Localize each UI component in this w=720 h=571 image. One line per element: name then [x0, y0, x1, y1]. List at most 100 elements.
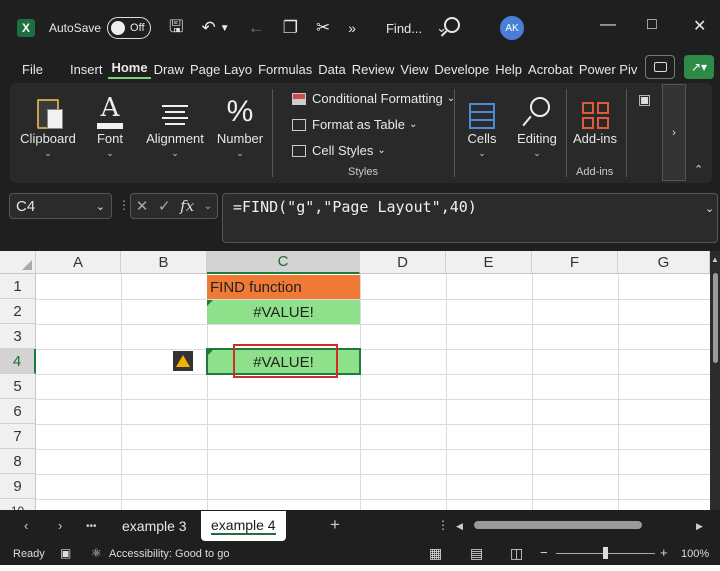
- ribbon-scroll-right-button[interactable]: ›: [662, 84, 686, 181]
- chevron-right-icon[interactable]: ›: [58, 518, 62, 533]
- cells-group[interactable]: Cells ⌄: [460, 83, 504, 159]
- maximize-icon[interactable]: □: [647, 16, 657, 34]
- zoom-in-icon[interactable]: +: [660, 545, 668, 560]
- tab-power-pivot[interactable]: Power Piv: [576, 62, 641, 77]
- column-header-b[interactable]: B: [121, 251, 207, 274]
- cell-styles-button[interactable]: Cell Styles ⌄: [292, 143, 386, 158]
- minimize-icon[interactable]: —: [600, 16, 616, 34]
- tab-review[interactable]: Review: [349, 62, 398, 77]
- cancel-icon[interactable]: ✕: [136, 197, 149, 215]
- clipboard-group[interactable]: Clipboard ⌄: [18, 83, 78, 159]
- more-options-icon[interactable]: ⋮: [118, 198, 130, 212]
- zoom-slider-handle[interactable]: [603, 547, 608, 559]
- spreadsheet-grid[interactable]: A B C D E F G 1 2 3 4 5 6 7 8 9 10 FIND …: [0, 251, 710, 510]
- tab-file[interactable]: File: [19, 62, 46, 77]
- accessibility-icon[interactable]: ⚛: [91, 546, 102, 560]
- column-header-g[interactable]: G: [618, 251, 710, 274]
- insert-function-button[interactable]: fx: [180, 197, 194, 215]
- error-warning-button[interactable]: [173, 351, 193, 371]
- row-header-1[interactable]: 1: [0, 274, 36, 299]
- save-icon[interactable]: 🖫: [169, 14, 183, 43]
- vertical-scroll-thumb[interactable]: [713, 273, 718, 363]
- undo-dropdown-icon[interactable]: ▼: [220, 23, 230, 34]
- row-header-6[interactable]: 6: [0, 399, 36, 424]
- add-sheet-button[interactable]: +: [330, 515, 340, 535]
- horizontal-scroll-thumb[interactable]: [474, 521, 642, 529]
- column-header-f[interactable]: F: [532, 251, 618, 274]
- chevron-left-icon[interactable]: ‹: [24, 518, 28, 533]
- copy-icon[interactable]: ❐: [283, 18, 298, 38]
- redo-arrow-icon[interactable]: ←: [248, 18, 265, 38]
- acrobat-icon[interactable]: ▣: [638, 91, 651, 108]
- avatar[interactable]: AK: [500, 16, 524, 40]
- number-group[interactable]: % Number ⌄: [214, 83, 266, 159]
- tab-insert[interactable]: Insert: [67, 62, 106, 77]
- scroll-up-icon[interactable]: ▲: [711, 255, 719, 264]
- chevron-down-icon[interactable]: ⌄: [204, 201, 212, 212]
- accessibility-status[interactable]: Accessibility: Good to go: [109, 548, 229, 560]
- undo-icon[interactable]: ↶: [202, 18, 216, 38]
- select-all-corner[interactable]: [0, 251, 36, 274]
- row-header-3[interactable]: 3: [0, 324, 36, 349]
- conditional-formatting-button[interactable]: Conditional Formatting ⌄: [292, 91, 455, 106]
- tab-page-layout[interactable]: Page Layo: [187, 62, 255, 77]
- row-header-8[interactable]: 8: [0, 449, 36, 474]
- page-break-view-icon[interactable]: ◫: [510, 545, 523, 562]
- page-layout-view-icon[interactable]: ▤: [470, 545, 483, 562]
- formula-input[interactable]: =FIND("g","Page Layout",40): [222, 193, 718, 243]
- cell-c2[interactable]: #VALUE!: [207, 300, 360, 324]
- tab-developer[interactable]: Develope: [431, 62, 492, 77]
- collapse-ribbon-icon[interactable]: ⌃: [694, 163, 703, 176]
- row-header-7[interactable]: 7: [0, 424, 36, 449]
- expand-formula-bar-icon[interactable]: ⌄: [705, 202, 714, 215]
- tab-home[interactable]: Home: [108, 60, 151, 79]
- name-box[interactable]: C4 ⌄: [9, 193, 112, 219]
- row-header-5[interactable]: 5: [0, 374, 36, 399]
- zoom-level[interactable]: 100%: [681, 548, 709, 560]
- column-header-a[interactable]: A: [36, 251, 121, 274]
- format-as-table-button[interactable]: Format as Table ⌄: [292, 117, 417, 132]
- tab-acrobat[interactable]: Acrobat: [525, 62, 576, 77]
- cell-c1[interactable]: FIND function: [207, 275, 360, 299]
- font-group[interactable]: A Font ⌄: [86, 83, 134, 159]
- more-commands-icon[interactable]: »: [348, 20, 356, 36]
- zoom-out-icon[interactable]: −: [540, 545, 548, 560]
- close-icon[interactable]: ✕: [693, 16, 706, 36]
- vertical-scrollbar[interactable]: ▲: [710, 251, 720, 510]
- search-icon[interactable]: [444, 17, 460, 33]
- macro-record-icon[interactable]: ▣: [60, 546, 71, 560]
- addins-group[interactable]: Add-ins: [570, 83, 620, 146]
- tab-draw[interactable]: Draw: [151, 62, 187, 77]
- sheet-tab-example-3[interactable]: example 3: [122, 511, 187, 541]
- column-header-e[interactable]: E: [446, 251, 532, 274]
- more-options-icon[interactable]: ⋮: [437, 518, 449, 532]
- scroll-left-icon[interactable]: ◀: [456, 521, 463, 532]
- chevron-down-icon[interactable]: ⌄: [96, 200, 105, 213]
- cell-styles-icon: [292, 144, 306, 157]
- tab-view[interactable]: View: [397, 62, 431, 77]
- gridline: [446, 274, 447, 510]
- normal-view-icon[interactable]: ▦: [429, 545, 442, 562]
- editing-group[interactable]: Editing ⌄: [512, 83, 562, 159]
- cell-styles-label: Cell Styles: [312, 143, 374, 158]
- cut-icon[interactable]: ✂: [316, 18, 330, 38]
- comments-button[interactable]: [645, 55, 675, 79]
- sheet-tab-example-4[interactable]: example 4: [201, 511, 286, 541]
- autosave-toggle[interactable]: Off: [107, 17, 152, 39]
- row-header-9[interactable]: 9: [0, 474, 36, 499]
- row-header-4[interactable]: 4: [0, 349, 36, 374]
- tab-data[interactable]: Data: [315, 62, 348, 77]
- column-header-c[interactable]: C: [207, 251, 360, 274]
- alignment-group[interactable]: Alignment ⌄: [142, 83, 208, 159]
- column-header-d[interactable]: D: [360, 251, 446, 274]
- file-name[interactable]: Find...: [386, 21, 422, 36]
- row-header-2[interactable]: 2: [0, 299, 36, 324]
- row-header-10[interactable]: 10: [0, 499, 36, 510]
- tab-help[interactable]: Help: [492, 62, 525, 77]
- share-button[interactable]: ↗▾: [684, 55, 714, 79]
- scroll-right-icon[interactable]: ▶: [696, 521, 703, 532]
- enter-icon[interactable]: ✓: [158, 197, 171, 215]
- more-sheets-icon[interactable]: •••: [86, 521, 97, 532]
- tab-formulas[interactable]: Formulas: [255, 62, 315, 77]
- format-as-table-label: Format as Table: [312, 117, 405, 132]
